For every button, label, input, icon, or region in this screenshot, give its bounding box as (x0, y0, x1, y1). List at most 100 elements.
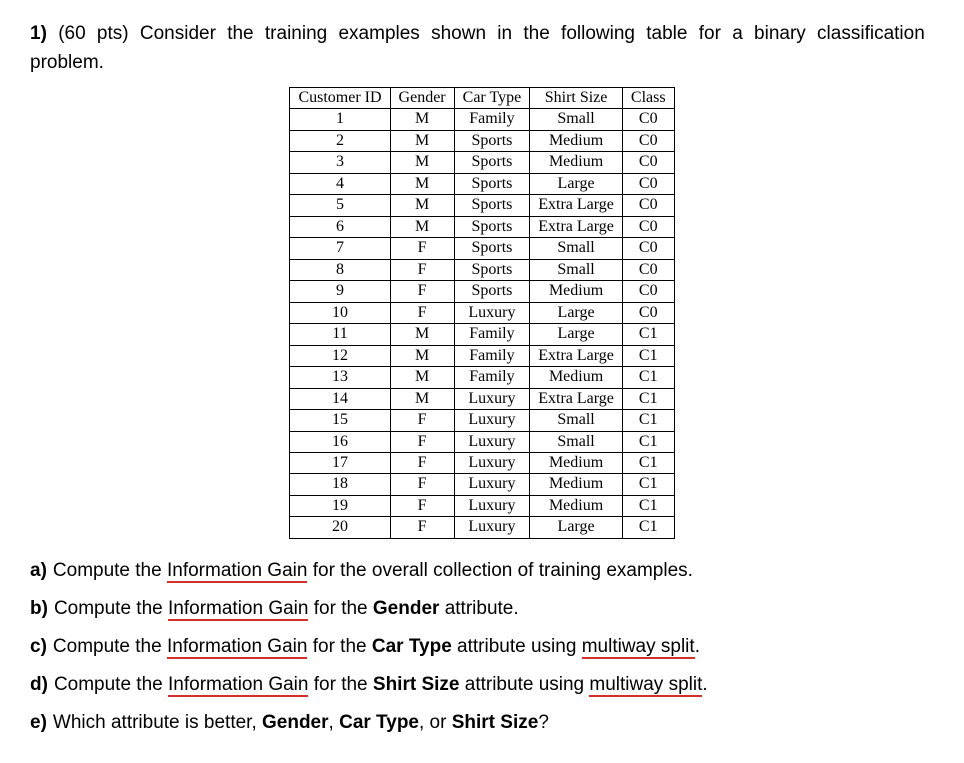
table-cell: Medium (530, 152, 623, 173)
table-cell: C1 (622, 410, 674, 431)
information-gain-term: Information Gain (168, 598, 308, 621)
table-body: 1MFamilySmallC02MSportsMediumC03MSportsM… (290, 109, 674, 538)
table-row: 7FSportsSmallC0 (290, 238, 674, 259)
text: , or (419, 712, 452, 733)
table-cell: Family (454, 345, 530, 366)
question-text: Consider the training examples shown in … (30, 23, 925, 73)
table-header-cell: Customer ID (290, 88, 390, 109)
table-cell: Large (530, 173, 623, 194)
table-cell: Sports (454, 195, 530, 216)
table-cell: Sports (454, 152, 530, 173)
table-cell: F (390, 281, 454, 302)
table-cell: Family (454, 109, 530, 130)
table-cell: Small (530, 410, 623, 431)
table-cell: Small (530, 431, 623, 452)
information-gain-term: Information Gain (167, 560, 307, 583)
table-cell: 12 (290, 345, 390, 366)
multiway-split-term: multiway split (589, 674, 702, 697)
table-cell: F (390, 302, 454, 323)
table-cell: F (390, 495, 454, 516)
table-header-cell: Shirt Size (530, 88, 623, 109)
table-cell: Family (454, 324, 530, 345)
table-cell: Medium (530, 474, 623, 495)
table-cell: F (390, 474, 454, 495)
table-cell: C1 (622, 345, 674, 366)
table-cell: F (390, 259, 454, 280)
table-cell: Large (530, 517, 623, 538)
table-cell: 1 (290, 109, 390, 130)
table-cell: C0 (622, 195, 674, 216)
text: . (695, 636, 700, 657)
table-header-row: Customer IDGenderCar TypeShirt SizeClass (290, 88, 674, 109)
table-cell: Luxury (454, 495, 530, 516)
table-cell: C1 (622, 452, 674, 473)
table-cell: 8 (290, 259, 390, 280)
text: for the (308, 674, 372, 695)
subpart-a: a)Compute the Information Gain for the o… (30, 553, 934, 589)
table-cell: M (390, 195, 454, 216)
table-cell: 2 (290, 130, 390, 151)
question-points: (60 pts) (58, 23, 128, 44)
text: , (329, 712, 340, 733)
table-cell: 15 (290, 410, 390, 431)
table-row: 2MSportsMediumC0 (290, 130, 674, 151)
table-cell: C0 (622, 130, 674, 151)
table-cell: M (390, 173, 454, 194)
subpart-e: e)Which attribute is better, Gender, Car… (30, 705, 934, 741)
text: attribute using (459, 674, 589, 695)
table-cell: F (390, 452, 454, 473)
subpart-label: b) (30, 598, 48, 619)
table-cell: Extra Large (530, 345, 623, 366)
table-cell: Small (530, 238, 623, 259)
table-cell: 20 (290, 517, 390, 538)
table-row: 12MFamilyExtra LargeC1 (290, 345, 674, 366)
table-row: 14MLuxuryExtra LargeC1 (290, 388, 674, 409)
table-cell: Extra Large (530, 216, 623, 237)
table-cell: C1 (622, 388, 674, 409)
table-row: 6MSportsExtra LargeC0 (290, 216, 674, 237)
table-cell: Luxury (454, 474, 530, 495)
table-row: 11MFamilyLargeC1 (290, 324, 674, 345)
table-row: 10FLuxuryLargeC0 (290, 302, 674, 323)
table-cell: C0 (622, 281, 674, 302)
table-cell: C0 (622, 109, 674, 130)
table-cell: Medium (530, 130, 623, 151)
table-row: 17FLuxuryMediumC1 (290, 452, 674, 473)
table-cell: Sports (454, 259, 530, 280)
information-gain-term: Information Gain (168, 674, 308, 697)
subpart-d: d)Compute the Information Gain for the S… (30, 667, 934, 703)
table-cell: Luxury (454, 517, 530, 538)
table-row: 18FLuxuryMediumC1 (290, 474, 674, 495)
text: for the (307, 636, 371, 657)
table-cell: C0 (622, 302, 674, 323)
attribute-name: Shirt Size (452, 712, 539, 733)
table-cell: 16 (290, 431, 390, 452)
table-cell: C0 (622, 152, 674, 173)
table-cell: Luxury (454, 452, 530, 473)
table-cell: C1 (622, 324, 674, 345)
table-cell: 18 (290, 474, 390, 495)
text: Compute the (54, 598, 168, 619)
table-cell: Sports (454, 238, 530, 259)
table-cell: 6 (290, 216, 390, 237)
table-cell: Extra Large (530, 195, 623, 216)
table-cell: 4 (290, 173, 390, 194)
table-cell: Sports (454, 281, 530, 302)
table-cell: Medium (530, 281, 623, 302)
table-cell: Medium (530, 495, 623, 516)
text: for the (308, 598, 372, 619)
text: . (702, 674, 707, 695)
table-row: 9FSportsMediumC0 (290, 281, 674, 302)
attribute-name: Car Type (339, 712, 419, 733)
table-cell: M (390, 324, 454, 345)
table-cell: M (390, 130, 454, 151)
table-cell: 19 (290, 495, 390, 516)
table-row: 16FLuxurySmallC1 (290, 431, 674, 452)
question-intro: 1) (60 pts) Consider the training exampl… (30, 20, 934, 77)
table-cell: Medium (530, 452, 623, 473)
table-cell: 10 (290, 302, 390, 323)
text: Compute the (54, 674, 168, 695)
table-cell: 9 (290, 281, 390, 302)
subpart-label: a) (30, 560, 47, 581)
text: Which attribute is better, (53, 712, 262, 733)
